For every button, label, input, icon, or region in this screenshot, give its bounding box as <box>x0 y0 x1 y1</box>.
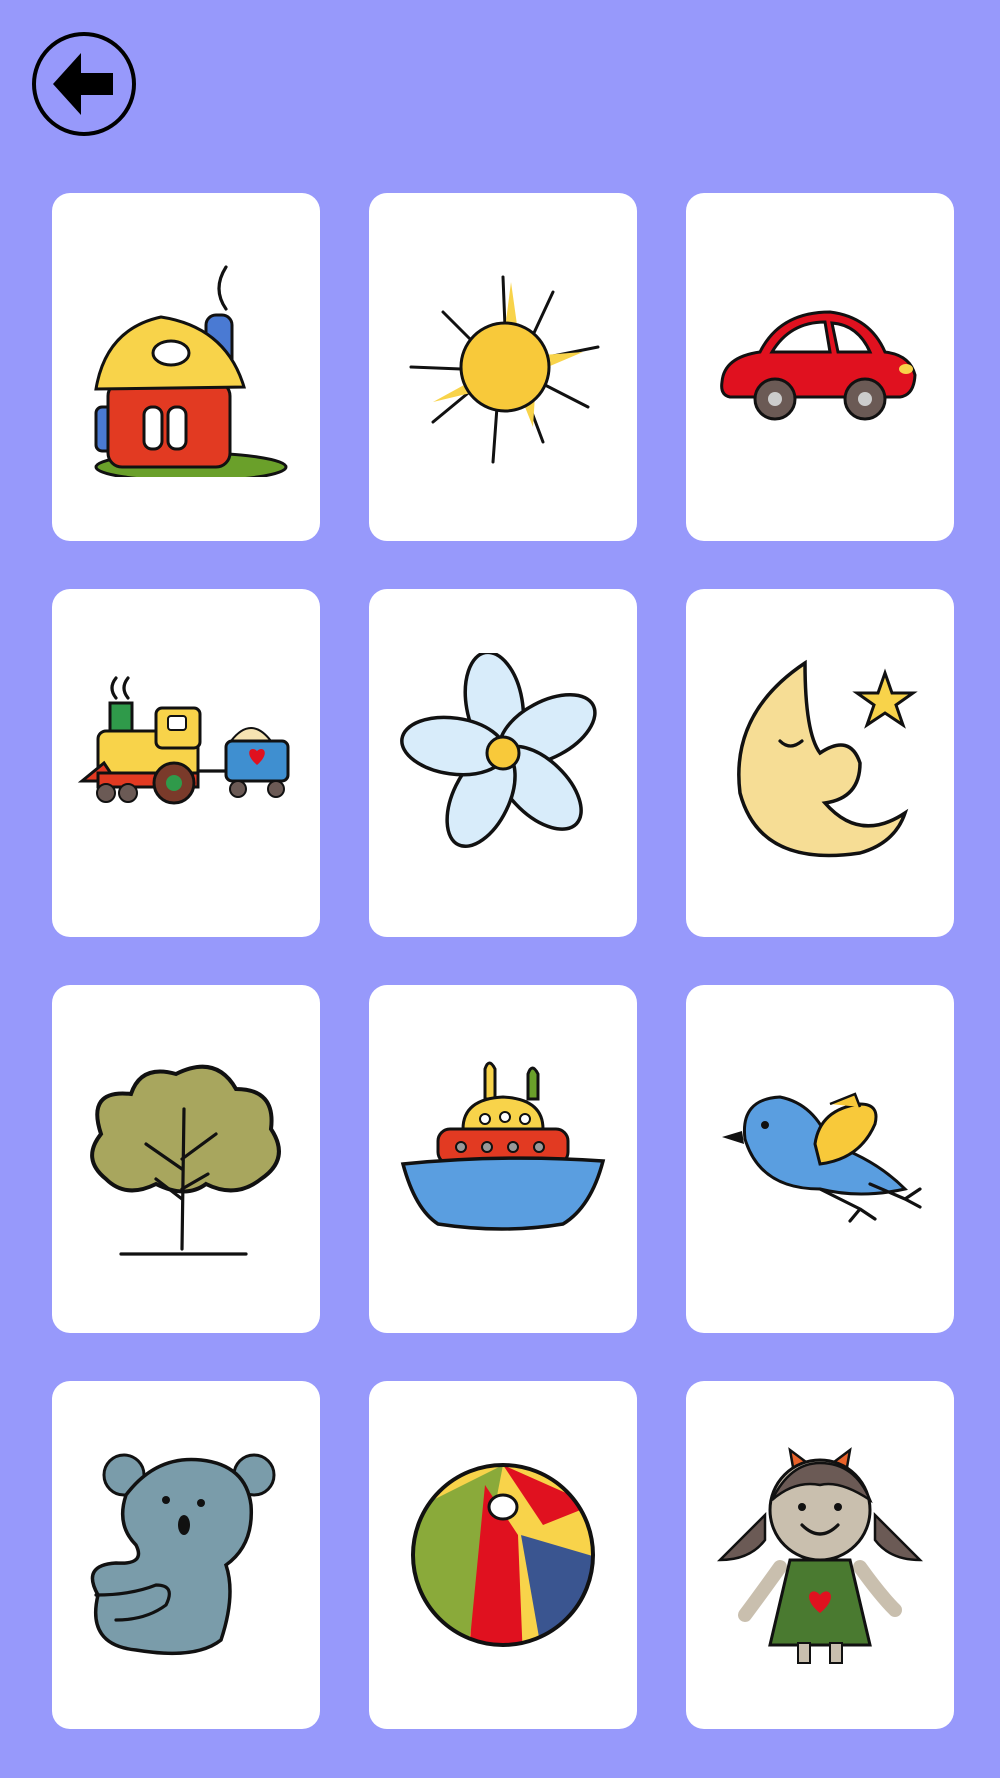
flower-icon <box>400 653 597 849</box>
card-moon[interactable] <box>686 589 954 937</box>
card-car[interactable] <box>686 193 954 541</box>
card-bird[interactable] <box>686 985 954 1333</box>
sun-icon <box>409 275 600 464</box>
card-teddy[interactable] <box>52 1381 320 1729</box>
bird-icon <box>722 1092 922 1223</box>
tree-icon <box>90 1064 281 1256</box>
card-sun[interactable] <box>369 193 637 541</box>
card-flower[interactable] <box>369 589 637 937</box>
card-ball[interactable] <box>369 1381 637 1729</box>
arrow-left-icon <box>32 32 136 136</box>
car-icon <box>720 310 917 421</box>
moon-star-icon <box>737 659 918 858</box>
picture-grid <box>52 193 954 1729</box>
teddy-bear-icon <box>90 1453 276 1656</box>
beach-ball-icon <box>411 1463 595 1647</box>
back-button[interactable] <box>31 31 137 137</box>
boat-icon <box>400 1061 606 1231</box>
train-icon <box>77 676 290 805</box>
card-doll[interactable] <box>686 1381 954 1729</box>
card-tree[interactable] <box>52 985 320 1333</box>
doll-icon <box>716 1447 924 1664</box>
card-boat[interactable] <box>369 985 637 1333</box>
house-icon <box>94 265 288 477</box>
card-house[interactable] <box>52 193 320 541</box>
card-train[interactable] <box>52 589 320 937</box>
